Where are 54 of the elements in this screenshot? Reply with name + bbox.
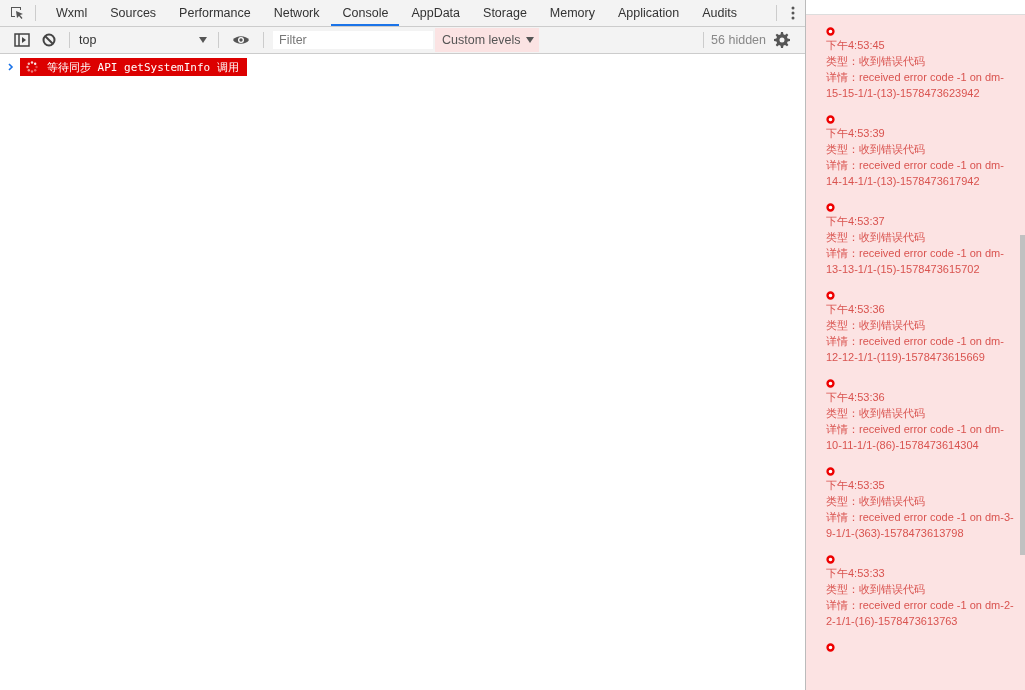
log-time: 下午4:53:33: [826, 566, 886, 581]
log-time: 下午4:53:36: [826, 302, 886, 317]
tab[interactable]: Application: [606, 0, 691, 26]
log-type: 类型：收到错误代码: [826, 494, 926, 509]
error-icon: [826, 115, 835, 124]
tab[interactable]: Memory: [537, 0, 606, 26]
error-icon: [826, 27, 835, 36]
log-type: 类型：收到错误代码: [826, 142, 926, 157]
filter-field[interactable]: Filter: [273, 31, 433, 49]
caret-icon: [199, 37, 207, 43]
error-icon: [826, 467, 835, 476]
tab[interactable]: Sources: [98, 0, 168, 26]
inspect-icon[interactable]: [9, 5, 25, 21]
log-type: 类型：收到错误代码: [826, 230, 926, 245]
log-time: 下午4:53:35: [826, 478, 886, 493]
tab[interactable]: Audits: [690, 0, 748, 26]
log-detail: 详情：received error code -1 on dm-15-15-1/1-(13)-1578473623942: [826, 70, 1005, 101]
hidden-count: 56 hidden: [711, 33, 766, 47]
log-time: 下午4:53:37: [826, 214, 886, 229]
sidebar-toggle-icon[interactable]: [14, 33, 30, 47]
clear-icon[interactable]: [42, 33, 56, 47]
eye-icon[interactable]: [232, 34, 250, 46]
tab[interactable]: Wxml: [44, 0, 99, 26]
log-type: 类型：收到错误代码: [826, 54, 926, 69]
log-time: 下午4:53:39: [826, 126, 886, 141]
tab[interactable]: Performance: [167, 0, 262, 26]
tab[interactable]: Storage: [471, 0, 538, 26]
log-time: 下午4:53:36: [826, 390, 886, 405]
context-dropdown[interactable]: top: [77, 33, 211, 47]
log-detail: 详情：received error code -1 on dm-2-2-1/1-(16)-1578473613763: [826, 598, 1015, 629]
error-icon: [826, 643, 835, 652]
log-detail: 详情：received error code -1 on dm-13-13-1/1-(15)-1578473615702: [826, 246, 1005, 277]
settings-icon[interactable]: [774, 32, 790, 48]
log-type: 类型：收到错误代码: [826, 582, 926, 597]
spinner-icon: [26, 61, 38, 73]
chevron-icon[interactable]: [8, 63, 14, 71]
error-icon: [826, 555, 835, 564]
error-icon: [826, 291, 835, 300]
log-detail: 详情：received error code -1 on dm-14-14-1/1-(13)-1578473617942: [826, 158, 1005, 189]
log-time: 下午4:53:45: [826, 38, 886, 53]
message-text: 等待同步 API getSystemInfo 调用: [47, 59, 239, 75]
error-icon: [826, 203, 835, 212]
error-icon: [826, 379, 835, 388]
levels-dropdown[interactable]: Custom levels: [435, 28, 539, 52]
more-icon[interactable]: [791, 6, 795, 20]
caret-icon: [525, 37, 534, 43]
log-type: 类型：收到错误代码: [826, 406, 926, 421]
log-detail: 详情：received error code -1 on dm-10-11-1/1-(86)-1578473614304: [826, 422, 1005, 453]
tab[interactable]: Network: [261, 0, 331, 26]
log-detail: 详情：received error code -1 on dm-3-9-1/1-(363)-1578473613798: [826, 510, 1015, 541]
log-detail: 详情：received error code -1 on dm-12-12-1/1-(119)-1578473615669: [826, 334, 1005, 365]
tab[interactable]: AppData: [399, 0, 472, 26]
log-type: 类型：收到错误代码: [826, 318, 926, 333]
scrollbar-thumb[interactable]: [1020, 235, 1025, 555]
